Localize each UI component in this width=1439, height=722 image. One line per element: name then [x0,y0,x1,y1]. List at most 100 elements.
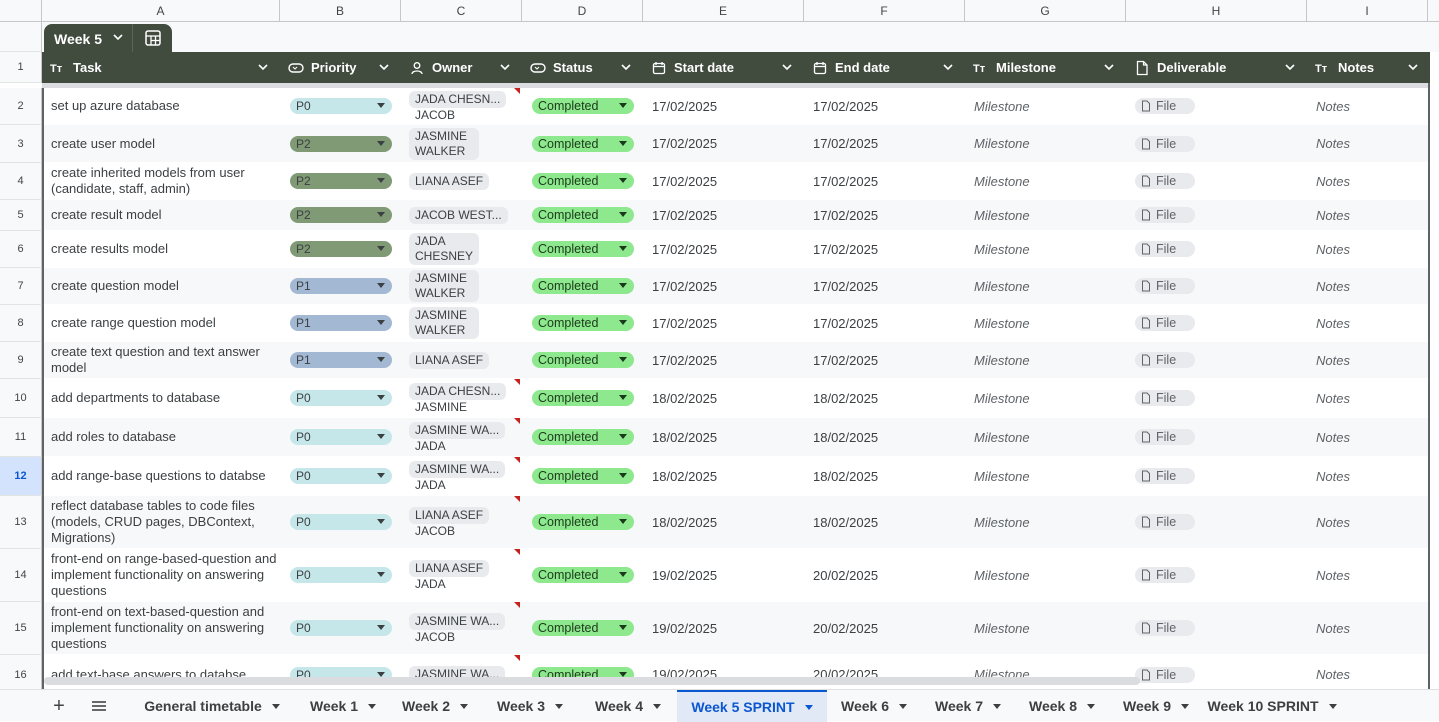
status-dropdown[interactable]: Completed [532,135,634,152]
comment-indicator-icon[interactable] [514,88,520,94]
dropdown-arrow-icon[interactable] [653,703,661,709]
header-priority[interactable]: Priority [280,52,401,83]
status-dropdown[interactable]: Completed [532,315,634,331]
notes-cell[interactable]: Notes [1316,268,1416,304]
owner-chip[interactable]: LIANA ASEF [409,172,490,190]
owner-cell[interactable]: LIANA ASEF JACOB [409,496,517,548]
chevron-down-icon[interactable] [780,60,794,74]
task-cell[interactable]: create text question and text answer mod… [51,342,281,378]
table-row[interactable]: add range-base questions to databse P0 JAS… [42,457,1430,496]
owner-chip[interactable]: LIANA ASEF [409,506,490,524]
priority-dropdown[interactable]: P0 [290,567,392,583]
notes-cell[interactable]: Notes [1316,418,1416,456]
header-owner[interactable]: Owner [401,52,522,83]
notes-cell[interactable]: Notes [1316,457,1416,495]
horizontal-scrollbar[interactable] [44,677,1140,685]
owner-chip[interactable]: JADA CHESN... [409,382,507,400]
task-cell[interactable]: add range-base questions to databse [51,457,281,495]
notes-cell[interactable]: Notes [1316,342,1416,378]
dropdown-arrow-icon[interactable] [804,704,813,710]
owner-chip[interactable]: JADA CHESN... [409,90,507,108]
dropdown-arrow-icon[interactable] [993,703,1001,709]
end-date-cell[interactable]: 18/02/2025 [813,496,963,548]
end-date-cell[interactable]: 17/02/2025 [813,305,963,341]
deliverable-file-chip[interactable]: File [1135,666,1195,683]
owner-chip[interactable]: JASMINE WALKER [409,270,479,302]
task-cell[interactable]: create result model [51,200,281,230]
header-task[interactable]: Tт Task [42,52,280,83]
row-number[interactable]: 10 [0,379,42,418]
owner-chip[interactable]: JACOB WEST... [409,206,508,224]
end-date-cell[interactable]: 20/02/2025 [813,602,963,654]
task-cell[interactable]: add departments to database [51,379,281,417]
dropdown-arrow-icon[interactable] [1087,703,1095,709]
owner-chip[interactable]: LIANA ASEF [409,351,490,369]
start-date-cell[interactable]: 19/02/2025 [652,549,802,601]
deliverable-file-chip[interactable]: File [1135,315,1195,331]
milestone-cell[interactable]: Milestone [974,418,1124,456]
owner-cell[interactable]: JADA CHESN... JASMINE [409,379,517,417]
table-row[interactable]: add departments to database P0 JADA CHESN.… [42,379,1430,418]
status-dropdown[interactable]: Completed [532,173,634,189]
status-dropdown[interactable]: Completed [532,429,634,445]
dropdown-arrow-icon[interactable] [1181,703,1189,709]
table-row[interactable]: create results model P2 JADA CHESNEY Comple… [42,231,1430,268]
table-row[interactable]: front-end on range-based-question and im… [42,549,1430,602]
chevron-down-icon[interactable] [112,29,124,48]
table-row[interactable]: add roles to database P0 JASMINE WA... JADA… [42,418,1430,457]
end-date-cell[interactable]: 17/02/2025 [813,88,963,124]
sheet-tab[interactable]: Week 1 [297,690,389,722]
start-date-cell[interactable]: 17/02/2025 [652,163,802,199]
deliverable-file-chip[interactable]: File [1135,468,1195,484]
deliverable-file-chip[interactable]: File [1135,352,1195,368]
priority-dropdown[interactable]: P1 [290,278,392,294]
end-date-cell[interactable]: 20/02/2025 [813,549,963,601]
header-status[interactable]: Status [522,52,643,83]
notes-cell[interactable]: Notes [1316,231,1416,267]
header-start-date[interactable]: Start date [643,52,804,83]
column-letter[interactable]: C [401,0,522,22]
deliverable-file-chip[interactable]: File [1135,241,1195,257]
start-date-cell[interactable]: 18/02/2025 [652,418,802,456]
owner-chip[interactable]: LIANA ASEF [409,559,490,577]
task-cell[interactable]: front-end on text-based-question and imp… [51,602,281,654]
dropdown-arrow-icon[interactable] [1328,703,1337,709]
status-dropdown[interactable]: Completed [532,620,634,636]
end-date-cell[interactable]: 17/02/2025 [813,163,963,199]
sheet-tab[interactable]: Week 2 [389,690,481,722]
priority-dropdown[interactable]: P0 [290,390,392,406]
end-date-cell[interactable]: 17/02/2025 [813,231,963,267]
row-number[interactable]: 3 [0,125,42,163]
chevron-down-icon[interactable] [1102,60,1116,74]
priority-dropdown[interactable]: P2 [290,173,392,189]
priority-dropdown[interactable]: P2 [290,135,392,152]
status-dropdown[interactable]: Completed [532,207,634,223]
table-row[interactable]: create text question and text answer mod… [42,342,1430,379]
owner-cell[interactable]: JACOB WEST... [409,200,517,230]
owner-cell[interactable]: JASMINE WALKER [409,305,517,341]
start-date-cell[interactable]: 17/02/2025 [652,268,802,304]
row-number[interactable]: 9 [0,342,42,379]
column-letter[interactable]: G [965,0,1126,22]
table-row[interactable]: create result model P2 JACOB WEST... Comple… [42,200,1430,231]
milestone-cell[interactable]: Milestone [974,163,1124,199]
sheet-tab[interactable]: Week 9 [1109,690,1203,722]
row-number[interactable]: 12 [0,457,42,496]
task-cell[interactable]: create question model [51,268,281,304]
row-number[interactable]: 15 [0,602,42,655]
owner-cell[interactable]: LIANA ASEF JADA [409,549,517,601]
column-letter[interactable]: F [804,0,965,22]
priority-dropdown[interactable]: P0 [290,620,392,636]
start-date-cell[interactable]: 17/02/2025 [652,88,802,124]
milestone-cell[interactable]: Milestone [974,602,1124,654]
sheet-tab[interactable]: Week 10 SPRINT [1203,690,1341,722]
end-date-cell[interactable]: 18/02/2025 [813,457,963,495]
task-cell[interactable]: create results model [51,231,281,267]
deliverable-file-chip[interactable]: File [1135,278,1195,294]
task-cell[interactable]: set up azure database [51,88,281,124]
end-date-cell[interactable]: 17/02/2025 [813,200,963,230]
deliverable-file-chip[interactable]: File [1135,514,1195,530]
row-number[interactable]: 4 [0,163,42,200]
status-dropdown[interactable]: Completed [532,468,634,484]
owner-cell[interactable]: JASMINE WA... JADA [409,457,517,495]
